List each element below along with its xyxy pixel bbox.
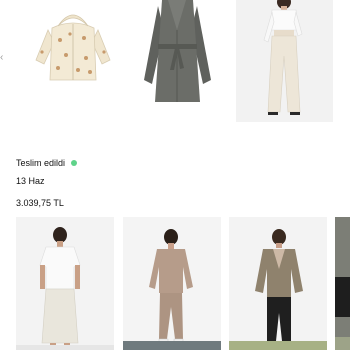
product-card[interactable] xyxy=(229,217,327,350)
product-card[interactable] xyxy=(335,217,350,350)
status-dot-icon xyxy=(71,160,78,166)
grey-belted-coat-image xyxy=(130,0,225,110)
kids-hooded-jacket-image xyxy=(28,0,118,90)
product-card[interactable] xyxy=(28,0,118,90)
product-card[interactable] xyxy=(130,0,225,110)
order-status: Teslim edildi xyxy=(16,158,78,168)
khaki-knit-cardigan-image xyxy=(229,217,327,350)
beige-sweat-set-image xyxy=(123,217,221,350)
order-date: 13 Haz xyxy=(16,176,45,186)
order-history-page: ‹ Teslim edildi 13 Haz 3.039,75 TL xyxy=(0,0,350,350)
chevron-left-icon[interactable]: ‹ xyxy=(0,52,6,64)
product-card[interactable] xyxy=(236,0,333,122)
product-card[interactable] xyxy=(16,217,114,350)
product-card[interactable] xyxy=(123,217,221,350)
white-top-and-trousers-image xyxy=(236,0,333,122)
partial-product-image xyxy=(335,217,350,350)
order-status-label: Teslim edildi xyxy=(16,158,66,168)
order-total: 3.039,75 TL xyxy=(16,198,64,208)
white-tshirt-and-skirt-image xyxy=(16,217,114,350)
